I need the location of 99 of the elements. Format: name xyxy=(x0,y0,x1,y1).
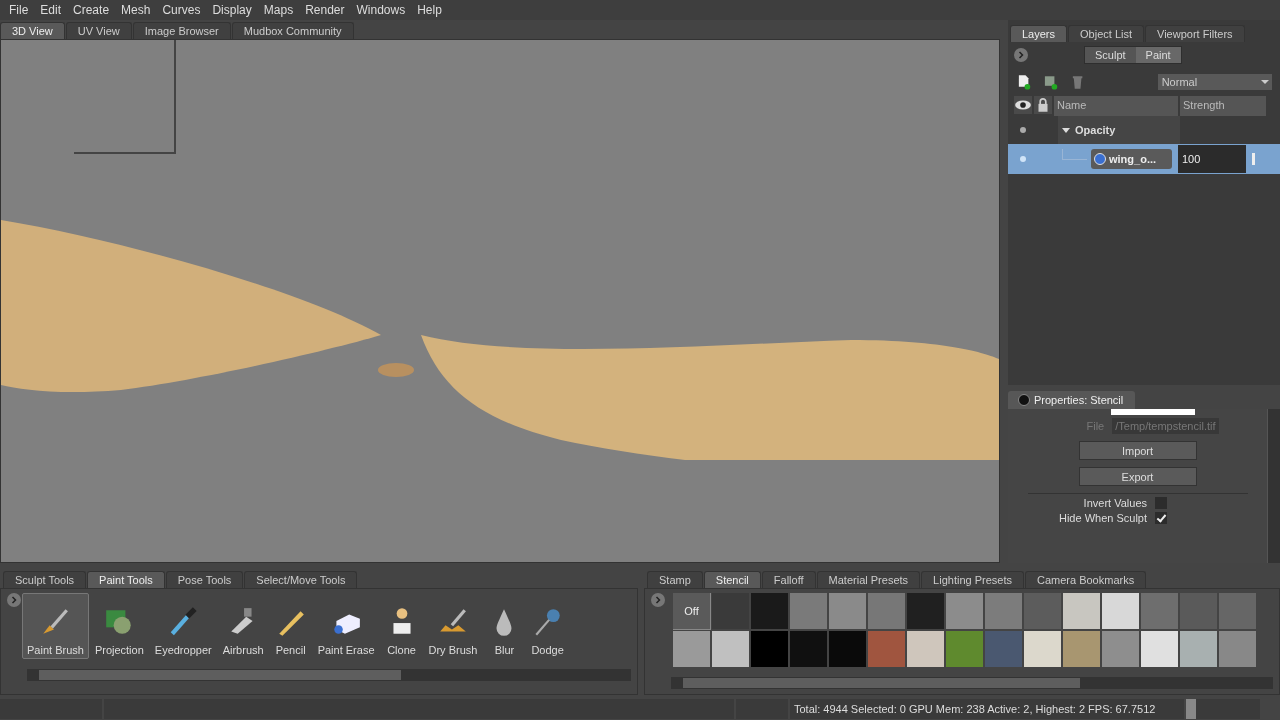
menu-item[interactable]: Display xyxy=(206,3,258,17)
panel-tab[interactable]: Viewport Filters xyxy=(1145,25,1245,42)
stencil-thumbnail[interactable] xyxy=(829,593,866,629)
stencil-thumbnail[interactable] xyxy=(1102,593,1139,629)
tool-button[interactable]: Blur xyxy=(483,593,526,659)
stencil-thumbnail[interactable] xyxy=(751,593,788,629)
panel-tab[interactable]: Layers xyxy=(1010,25,1068,42)
tool-button[interactable]: Clone xyxy=(380,593,423,659)
tool-button[interactable]: Dodge xyxy=(526,593,569,659)
option-label: Invert Values xyxy=(1083,497,1147,509)
mode-toggle[interactable]: Sculpt xyxy=(1085,47,1136,63)
menu-item[interactable]: Render xyxy=(299,3,351,17)
expand-icon[interactable] xyxy=(1014,48,1028,62)
properties-tab[interactable]: Properties: Stencil xyxy=(1008,391,1136,409)
slider-icon[interactable] xyxy=(1252,153,1255,165)
option-label: Hide When Sculpt xyxy=(1058,512,1147,524)
tray-tab[interactable]: Lighting Presets xyxy=(921,571,1024,588)
stencil-thumbnail[interactable] xyxy=(1219,593,1256,629)
stencil-thumbnail[interactable] xyxy=(907,631,944,667)
duplicate-layer-icon[interactable] xyxy=(1043,74,1059,90)
layer-name[interactable]: wing_o... xyxy=(1091,149,1172,169)
stencil-off-button[interactable]: Off xyxy=(673,593,710,629)
panel-tab[interactable]: Object List xyxy=(1068,25,1144,42)
stencil-thumbnail[interactable] xyxy=(985,593,1022,629)
stencil-thumbnail[interactable] xyxy=(790,631,827,667)
scrollbar[interactable] xyxy=(671,677,1273,689)
stencil-thumbnail[interactable] xyxy=(1141,631,1178,667)
stencil-thumbnail[interactable] xyxy=(1141,593,1178,629)
checkbox[interactable] xyxy=(1155,512,1167,524)
stencil-thumbnail[interactable] xyxy=(907,593,944,629)
tray-tab[interactable]: Stencil xyxy=(703,571,761,588)
stencil-thumbnail[interactable] xyxy=(1219,631,1256,667)
stencil-thumbnail[interactable] xyxy=(868,631,905,667)
tool-button[interactable]: Airbrush xyxy=(217,593,269,659)
menu-item[interactable]: Help xyxy=(411,3,448,17)
view-tab[interactable]: UV View xyxy=(65,22,132,39)
layer-group[interactable]: Opacity xyxy=(1058,116,1180,144)
stencil-thumbnail[interactable] xyxy=(1063,631,1100,667)
eye-icon[interactable] xyxy=(1014,96,1032,114)
stencil-thumbnail[interactable] xyxy=(712,631,749,667)
tool-button[interactable]: Pencil xyxy=(269,593,312,659)
mode-toggle[interactable]: Paint xyxy=(1135,47,1181,63)
tool-button[interactable]: Dry Brush xyxy=(423,593,483,659)
menu-item[interactable]: File xyxy=(3,3,35,17)
tray-tab[interactable]: Material Presets xyxy=(816,571,921,588)
tray-tab[interactable]: Falloff xyxy=(761,571,816,588)
checkbox[interactable] xyxy=(1155,497,1167,509)
view-tab[interactable]: 3D View xyxy=(0,22,65,39)
scrollbar[interactable] xyxy=(1267,409,1280,563)
tray-tab[interactable]: Stamp xyxy=(647,571,703,588)
stencil-thumbnail[interactable] xyxy=(946,593,983,629)
expand-icon[interactable] xyxy=(651,593,665,607)
stencil-thumbnail[interactable] xyxy=(868,593,905,629)
scrollbar[interactable] xyxy=(27,669,631,681)
stencil-thumbnail[interactable] xyxy=(829,631,866,667)
column-header[interactable]: Strength xyxy=(1180,96,1266,116)
stencil-thumbnail[interactable] xyxy=(1063,593,1100,629)
tray-tab[interactable]: Sculpt Tools xyxy=(3,571,87,588)
3d-viewport[interactable] xyxy=(0,39,1000,563)
stencil-thumbnail[interactable] xyxy=(751,631,788,667)
expand-icon[interactable] xyxy=(7,593,21,607)
globe-icon xyxy=(1094,153,1106,165)
column-header[interactable]: Name xyxy=(1054,96,1178,116)
stencil-thumbnail[interactable] xyxy=(1024,593,1061,629)
menu-item[interactable]: Mesh xyxy=(115,3,157,17)
stencil-thumbnail[interactable] xyxy=(985,631,1022,667)
stencil-thumbnail[interactable] xyxy=(1024,631,1061,667)
tray-tab[interactable]: Camera Bookmarks xyxy=(1024,571,1147,588)
property-button[interactable]: Export xyxy=(1078,467,1197,486)
stencil-thumbnail[interactable] xyxy=(1180,631,1217,667)
tool-button[interactable]: Eyedropper xyxy=(149,593,217,659)
visibility-dot[interactable] xyxy=(1020,127,1026,133)
stencil-thumbnail[interactable] xyxy=(790,593,827,629)
view-tab[interactable]: Mudbox Community xyxy=(231,22,354,39)
stencil-icon xyxy=(1018,394,1030,406)
stencil-thumbnail[interactable] xyxy=(712,593,749,629)
stencil-thumbnail[interactable] xyxy=(673,631,710,667)
menu-item[interactable]: Curves xyxy=(156,3,207,17)
tray-tab[interactable]: Select/Move Tools xyxy=(244,571,358,588)
menu-item[interactable]: Maps xyxy=(257,3,300,17)
tool-button[interactable]: Projection xyxy=(89,593,149,659)
stencil-thumbnail[interactable] xyxy=(946,631,983,667)
blend-mode-dropdown[interactable]: Normal xyxy=(1157,74,1272,90)
status-text: Total: 4944 Selected: 0 GPU Mem: 238 Active: 2, Highest: 2 FPS: 67.7512 xyxy=(790,699,1184,719)
layer-row[interactable]: wing_o... 100 xyxy=(1008,144,1280,174)
tray-tab[interactable]: Pose Tools xyxy=(165,571,244,588)
strength-field[interactable]: 100 xyxy=(1178,145,1246,173)
lock-icon[interactable] xyxy=(1034,96,1052,114)
tool-button[interactable]: Paint Erase xyxy=(312,593,380,659)
tool-button[interactable]: Paint Brush xyxy=(22,593,89,659)
new-layer-icon[interactable] xyxy=(1016,74,1032,90)
property-button[interactable]: Import xyxy=(1078,441,1197,460)
tray-tab[interactable]: Paint Tools xyxy=(87,571,165,588)
visibility-dot[interactable] xyxy=(1020,156,1026,162)
menu-item[interactable]: Edit xyxy=(34,3,68,17)
stencil-thumbnail[interactable] xyxy=(1102,631,1139,667)
view-tab[interactable]: Image Browser xyxy=(132,22,231,39)
menu-item[interactable]: Windows xyxy=(350,3,412,17)
menu-item[interactable]: Create xyxy=(67,3,116,17)
